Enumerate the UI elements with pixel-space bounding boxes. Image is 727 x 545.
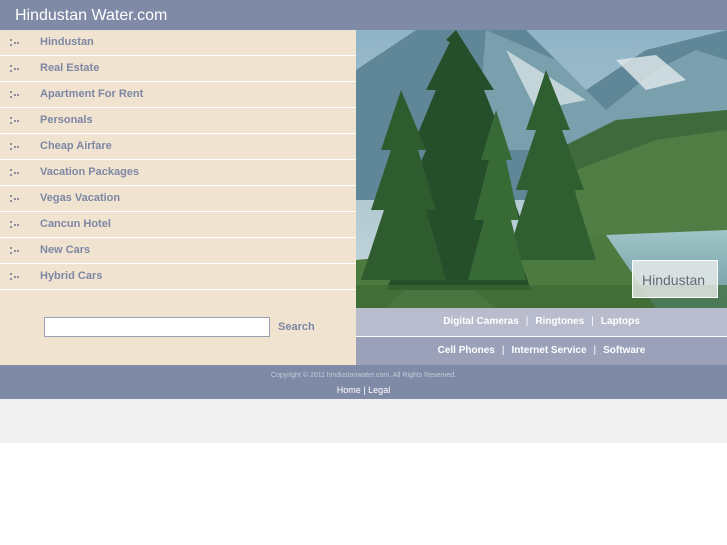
dotted-bullet-icon <box>10 221 19 229</box>
footer-separator: | <box>363 385 366 395</box>
link-separator: | <box>501 345 505 356</box>
link-cell-phones[interactable]: Cell Phones <box>438 345 495 356</box>
dotted-bullet-icon <box>10 195 19 203</box>
sidebar-item-vacation-packages[interactable]: Vacation Packages <box>0 160 356 186</box>
link-internet-service[interactable]: Internet Service <box>511 345 586 356</box>
footer: Copyright © 2011 hindustanwater.com. All… <box>0 365 727 399</box>
sidebar-item-new-cars[interactable]: New Cars <box>0 238 356 264</box>
sidebar-item-personals[interactable]: Personals <box>0 108 356 134</box>
sidebar-item-real-estate[interactable]: Real Estate <box>0 56 356 82</box>
search-button[interactable]: Search <box>278 321 315 333</box>
link-ringtones[interactable]: Ringtones <box>535 316 584 327</box>
site-title[interactable]: Hindustan Water.com <box>15 6 167 26</box>
link-software[interactable]: Software <box>603 345 645 356</box>
sidebar-nav: Hindustan Real Estate Apartment For Rent… <box>0 30 356 290</box>
sidebar-item-label[interactable]: New Cars <box>40 244 90 257</box>
sidebar-item-label[interactable]: Hindustan <box>40 36 94 49</box>
link-digital-cameras[interactable]: Digital Cameras <box>443 316 519 327</box>
sidebar-item-vegas-vacation[interactable]: Vegas Vacation <box>0 186 356 212</box>
dotted-bullet-icon <box>10 273 19 281</box>
sidebar-item-hybrid-cars[interactable]: Hybrid Cars <box>0 264 356 290</box>
sidebar-item-label[interactable]: Hybrid Cars <box>40 270 102 283</box>
sidebar-item-label[interactable]: Cancun Hotel <box>40 218 111 231</box>
sidebar-item-label[interactable]: Real Estate <box>40 62 99 75</box>
sidebar-item-cheap-airfare[interactable]: Cheap Airfare <box>0 134 356 160</box>
hero-caption-box: Hindustan <box>632 260 718 298</box>
sidebar: Hindustan Real Estate Apartment For Rent… <box>0 30 356 365</box>
dotted-bullet-icon <box>10 143 19 151</box>
dotted-bullet-icon <box>10 39 19 47</box>
dotted-bullet-icon <box>10 65 19 73</box>
dotted-bullet-icon <box>10 247 19 255</box>
sidebar-item-label[interactable]: Cheap Airfare <box>40 140 112 153</box>
footer-home-link[interactable]: Home <box>337 385 361 395</box>
sidebar-item-hindustan[interactable]: Hindustan <box>0 30 356 56</box>
dotted-bullet-icon <box>10 117 19 125</box>
search-input[interactable] <box>44 317 270 337</box>
copyright-text: Copyright © 2011 hindustanwater.com. All… <box>270 372 457 379</box>
hero-image: Hindustan <box>356 30 727 308</box>
link-separator: | <box>525 316 529 327</box>
sidebar-item-label[interactable]: Personals <box>40 114 93 127</box>
header: Hindustan Water.com <box>0 0 727 30</box>
page: Hindustan Water.com Hindustan Real Estat… <box>0 0 727 545</box>
sidebar-item-apartment-for-rent[interactable]: Apartment For Rent <box>0 82 356 108</box>
sidebar-item-label[interactable]: Vacation Packages <box>40 166 139 179</box>
link-separator: | <box>593 345 597 356</box>
link-bar-primary: Digital Cameras | Ringtones | Laptops <box>356 308 727 336</box>
link-bar-secondary: Cell Phones | Internet Service | Software <box>356 337 727 365</box>
link-laptops[interactable]: Laptops <box>601 316 640 327</box>
footer-band <box>0 399 727 443</box>
dotted-bullet-icon <box>10 169 19 177</box>
link-separator: | <box>591 316 594 327</box>
footer-links: Home | Legal <box>0 385 727 395</box>
sidebar-item-cancun-hotel[interactable]: Cancun Hotel <box>0 212 356 238</box>
hero-caption-label: Hindustan <box>642 272 706 288</box>
footer-legal-link[interactable]: Legal <box>368 385 390 395</box>
sidebar-item-label[interactable]: Vegas Vacation <box>40 192 120 205</box>
sidebar-item-label[interactable]: Apartment For Rent <box>40 88 143 101</box>
dotted-bullet-icon <box>10 91 19 99</box>
